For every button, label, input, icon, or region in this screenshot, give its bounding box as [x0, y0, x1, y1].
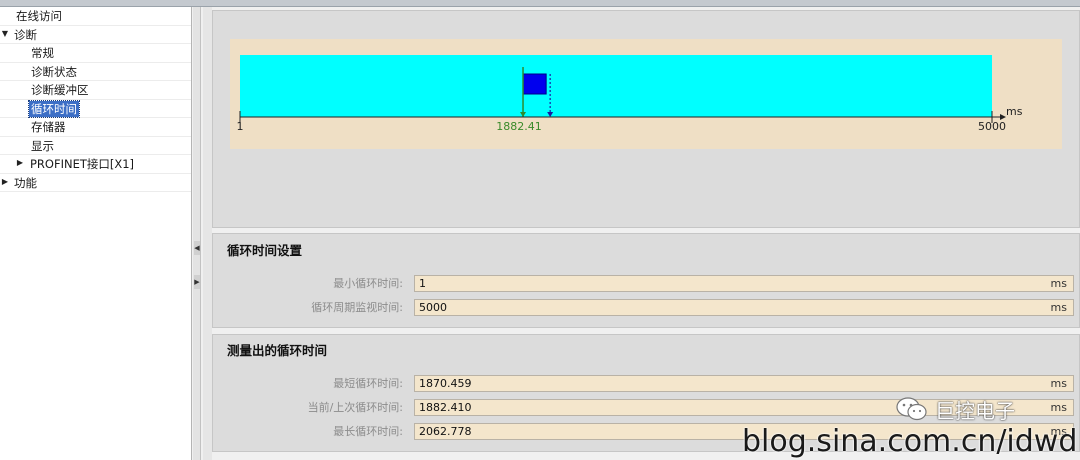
min-cycle-time-unit: ms	[1050, 277, 1067, 290]
navigation-tree: 在线访问 ▼ 诊断 常规 诊断状态 诊断缓冲区 循环时间 存储器 显示 ▶ PROFINET接口[X…	[0, 7, 192, 460]
timeline-graphic: 1 5000 1882.41 ms	[237, 55, 1023, 133]
nav-row: 循环时间	[0, 99, 191, 118]
expand-right-arrow-icon[interactable]: ▶	[194, 275, 200, 289]
settings-title: 循环时间设置	[227, 243, 303, 258]
axis-max-label: 5000	[978, 120, 1006, 133]
axis-min-label: 1	[237, 120, 244, 133]
panel-splitter[interactable]: ◀ ▶	[193, 7, 201, 460]
cycle-monitor-time-field: 5000 ms	[414, 299, 1074, 316]
cycle-time-block	[522, 73, 547, 95]
shortest-cycle-time-value: 1870.459	[419, 377, 472, 390]
cycle-monitor-time-unit: ms	[1050, 301, 1067, 314]
current-cycle-time-value: 1882.410	[419, 401, 472, 414]
longest-cycle-time-label: 最长循环时间:	[333, 425, 403, 438]
nav-row: ▶ PROFINET接口[X1]	[0, 155, 191, 174]
nav-item[interactable]: 循环时间	[28, 99, 80, 118]
nav-item[interactable]: 诊断状态	[29, 64, 79, 80]
top-strip	[0, 0, 1080, 7]
current-cycle-label: 1882.41	[496, 120, 541, 133]
nav-item[interactable]: 功能	[12, 175, 39, 191]
nav-row: 在线访问	[0, 7, 191, 26]
shortest-cycle-time-unit: ms	[1050, 377, 1067, 390]
axis-unit-label: ms	[1006, 105, 1023, 118]
watermark-url: blog.sina.com.cn/idwd	[742, 424, 1078, 459]
nav-item[interactable]: 在线访问	[14, 8, 64, 24]
measured-title: 测量出的循环时间	[227, 343, 328, 358]
nav-row: 常规	[0, 44, 191, 63]
nav-row: 诊断缓冲区	[0, 81, 191, 100]
current-cycle-time-unit: ms	[1050, 401, 1067, 414]
nav-item[interactable]: 诊断	[12, 27, 39, 43]
cycle-time-timeline: 1 5000 1882.41 ms	[230, 39, 1062, 149]
nav-row: ▶ 功能	[0, 174, 191, 192]
collapsed-arrow-icon[interactable]: ▶	[15, 158, 25, 167]
nav-row: 存储器	[0, 118, 191, 137]
cycle-range-bar	[240, 55, 992, 117]
cycle-monitor-time-value: 5000	[419, 301, 447, 314]
min-cycle-time-value: 1	[419, 277, 426, 290]
shortest-cycle-time-field: 1870.459 ms	[414, 375, 1074, 392]
cycle-time-settings-panel: 循环时间设置 最小循环时间: 1 ms 循环周期监视时间: 5000 ms	[212, 233, 1080, 328]
collapsed-arrow-icon[interactable]: ▶	[0, 177, 10, 186]
wechat-icon	[896, 397, 927, 421]
watermark-brand-text: 巨控电子	[935, 398, 1015, 423]
nav-row: 诊断状态	[0, 63, 191, 81]
min-cycle-time-field: 1 ms	[414, 275, 1074, 292]
nav-item[interactable]: PROFINET接口[X1]	[28, 156, 136, 172]
shortest-cycle-time-label: 最短循环时间:	[333, 377, 403, 390]
nav-row: 显示	[0, 137, 191, 155]
longest-cycle-time-value: 2062.778	[419, 425, 472, 438]
expanded-arrow-icon[interactable]: ▼	[0, 29, 10, 38]
watermark-brand: 巨控电子	[895, 396, 1015, 423]
nav-item[interactable]: 显示	[29, 138, 56, 154]
nav-item[interactable]: 诊断缓冲区	[29, 82, 91, 98]
nav-item[interactable]: 常规	[29, 45, 56, 61]
min-cycle-time-label: 最小循环时间:	[333, 277, 403, 290]
cycle-monitor-time-label: 循环周期监视时间:	[311, 301, 403, 314]
scrollbar-track[interactable]	[203, 7, 212, 460]
nav-item[interactable]: 存储器	[29, 119, 68, 135]
current-cycle-time-label: 当前/上次循环时间:	[307, 401, 403, 414]
nav-row: ▼ 诊断	[0, 26, 191, 44]
cycle-time-timeline-panel: 1 5000 1882.41 ms	[212, 10, 1080, 228]
collapse-left-arrow-icon[interactable]: ◀	[194, 241, 200, 255]
